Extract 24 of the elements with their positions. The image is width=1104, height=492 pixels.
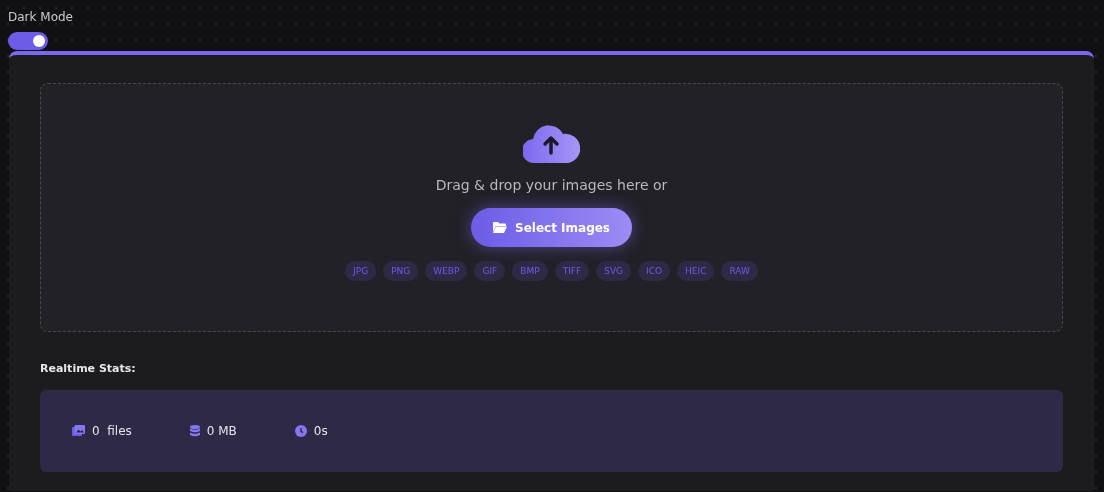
- select-images-button[interactable]: Select Images: [471, 208, 632, 247]
- cloud-upload-icon: [523, 122, 580, 163]
- format-tag: ICO: [638, 261, 671, 281]
- format-tag: BMP: [512, 261, 548, 281]
- format-tag: SVG: [596, 261, 631, 281]
- format-tag: TIFF: [554, 261, 590, 281]
- dark-mode-label: Dark Mode: [8, 10, 73, 24]
- clock-icon: [294, 425, 307, 437]
- format-tag: HEIC: [677, 261, 715, 281]
- stat-value: 0s: [313, 424, 328, 438]
- stat-value: 0 MB: [206, 424, 237, 438]
- format-tag: PNG: [383, 261, 419, 281]
- database-icon: [189, 425, 200, 437]
- format-tag: RAW: [721, 261, 758, 281]
- format-tag: JPG: [345, 261, 377, 281]
- format-tag: WEBP: [425, 261, 468, 281]
- drop-zone[interactable]: Drag & drop your images here or Select Images JPG PNG WEBP GIF BMP TIFF SVG ICO HEIC RAW: [40, 83, 1063, 332]
- format-tag: GIF: [474, 261, 506, 281]
- images-icon: [72, 425, 85, 437]
- dark-mode-toggle[interactable]: [8, 32, 48, 50]
- folder-icon: [493, 222, 507, 233]
- drop-prompt: Drag & drop your images here or: [435, 177, 668, 193]
- stat-value: 0 files: [92, 424, 132, 438]
- stats-title: Realtime Stats:: [40, 362, 136, 375]
